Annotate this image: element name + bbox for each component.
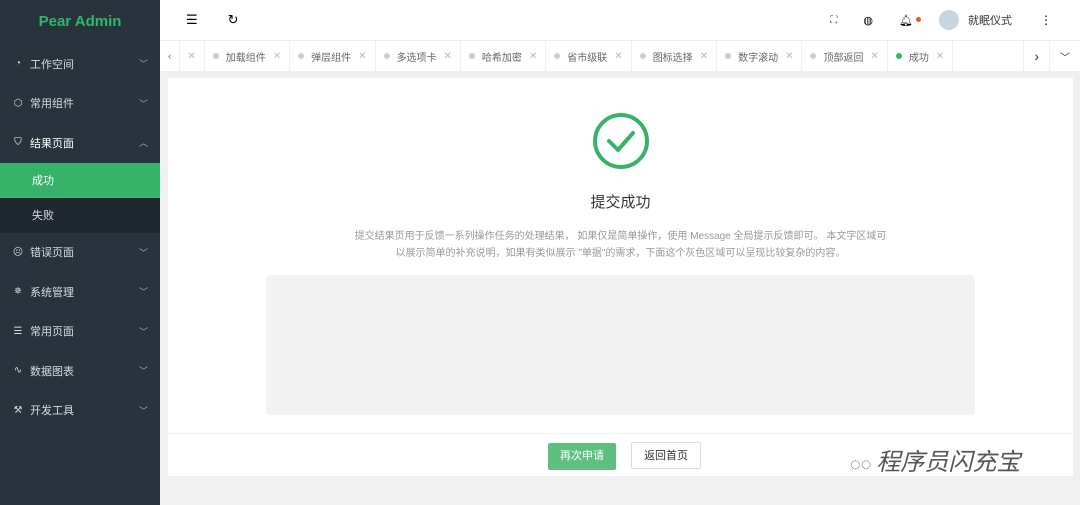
label: 系统管理 <box>30 286 74 299</box>
sidebar: Pear Admin ◔ 工作空间 ﹀ ⬡ 常用组件 ﹀ ⛉ 结果页面 ︿ 成功 失败 ☹ 错… <box>0 0 160 505</box>
layers-icon: ☰ <box>13 325 23 337</box>
apply-again-button[interactable]: 再次申请 <box>548 443 616 470</box>
menu-toggle-icon[interactable]: ☰ <box>186 12 198 28</box>
shield-icon: ⛉ <box>14 137 22 149</box>
sidebar-item-devtools[interactable]: ⚒ 开发工具 ﹀ <box>0 391 160 431</box>
label: 开发工具 <box>30 405 74 418</box>
tab[interactable]: 多选项卡 ✕ <box>376 40 461 72</box>
close-icon[interactable]: ✕ <box>180 40 205 72</box>
chevron-down-icon: ﹀ <box>138 366 148 377</box>
label: 常用页面 <box>30 326 74 339</box>
actions: 再次申请 返回首页 <box>548 442 702 470</box>
tab[interactable]: 弹层组件 ✕ <box>290 40 376 72</box>
sidebar-item-pages[interactable]: ☰ 常用页面 ﹀ <box>0 312 160 352</box>
logo: Pear Admin <box>38 13 122 30</box>
tab-next-button[interactable]: › <box>1023 40 1050 72</box>
label: 数据图表 <box>30 365 74 378</box>
cube-icon: ⬡ <box>13 97 23 109</box>
tab[interactable]: 数字滚动 ✕ <box>717 40 803 72</box>
desc-line: 提交结果页用于反馈一系列操作任务的处理结果， 如果仅是简单操作，使用 Messa… <box>354 231 887 242</box>
close-icon[interactable]: ✕ <box>273 51 281 62</box>
close-icon[interactable]: ✕ <box>785 51 793 62</box>
tab-label: 数字滚动 <box>738 52 779 64</box>
bell-icon[interactable]: 🔔︎ <box>899 14 921 27</box>
tab[interactable]: 省市级联 ✕ <box>546 40 632 72</box>
dashboard-icon: ◔ <box>14 58 22 70</box>
pulse-icon: ∿ <box>13 365 23 377</box>
header: ☰ ↻ ⛶ ◍ 🔔︎ 就眠仪式 ⋮ <box>160 0 1080 40</box>
close-icon[interactable]: ✕ <box>529 51 537 62</box>
result-card: 提交成功 提交结果页用于反馈一系列操作任务的处理结果， 如果仅是简单操作，使用 … <box>168 78 1073 476</box>
avatar[interactable] <box>939 10 959 30</box>
close-icon[interactable]: ✕ <box>870 51 878 62</box>
close-icon[interactable]: ✕ <box>444 51 452 62</box>
sidebar-item-charts[interactable]: ∿ 数据图表 ﹀ <box>0 351 160 391</box>
close-icon[interactable]: ✕ <box>936 51 944 62</box>
chevron-down-icon: ﹀ <box>138 405 148 416</box>
chevron-down-icon: ﹀ <box>138 59 148 70</box>
chevron-down-icon: ﹀ <box>138 247 148 258</box>
label: 工作空间 <box>30 58 74 71</box>
chevron-down-icon: ﹀ <box>138 326 148 337</box>
username[interactable]: 就眠仪式 <box>968 12 1012 28</box>
globe-icon[interactable]: ◍ <box>863 14 873 27</box>
tab[interactable]: 加载组件 ✕ <box>205 40 291 72</box>
extra-content-area <box>266 275 975 415</box>
tab-menu-button[interactable]: ﹀ <box>1050 41 1080 72</box>
sidebar-item-result[interactable]: ⛉ 结果页面 ︿ <box>0 123 160 163</box>
face-icon: ☹ <box>12 246 24 258</box>
back-home-button[interactable]: 返回首页 <box>631 442 702 469</box>
tab-active[interactable]: 成功 ✕ <box>888 40 954 72</box>
more-icon[interactable]: ⋮ <box>1040 13 1052 27</box>
tab-prev-button[interactable]: ‹ <box>160 40 181 72</box>
chevron-down-icon: ﹀ <box>138 287 148 298</box>
tab-label: 省市级联 <box>567 52 608 64</box>
fullscreen-icon[interactable]: ⛶ <box>830 15 837 26</box>
watermark: ◌◌ 程序员闪充宝 <box>850 449 1021 476</box>
result-description: 提交结果页用于反馈一系列操作任务的处理结果， 如果仅是简单操作，使用 Messa… <box>168 228 1073 262</box>
watermark-text: 程序员闪充宝 <box>876 449 1021 476</box>
gear-icon: ✵ <box>13 286 23 298</box>
tab-label: 哈希加密 <box>481 52 522 64</box>
chevron-down-icon: ﹀ <box>138 98 148 109</box>
tab[interactable]: 图标选择 ✕ <box>632 40 718 72</box>
chevron-up-icon: ︿ <box>138 138 148 149</box>
tab-label: 加载组件 <box>225 52 266 64</box>
refresh-icon[interactable]: ↻ <box>228 12 239 28</box>
label: 错误页面 <box>30 247 74 260</box>
tab-bar: ‹ ✕ 加载组件 ✕ 弹层组件 ✕ 多选项卡 ✕ 哈希加密 ✕ 省市级联 ✕ 图标选择 ✕ … <box>160 40 1080 72</box>
close-icon[interactable]: ✕ <box>700 51 708 62</box>
sidebar-item-error[interactable]: ☹ 错误页面 ﹀ <box>0 233 160 273</box>
success-check-icon <box>593 113 649 169</box>
result-title: 提交成功 <box>590 194 651 211</box>
sidebar-item-fail[interactable]: 失败 <box>0 198 160 233</box>
close-icon[interactable]: ✕ <box>614 51 622 62</box>
tab-label: 成功 <box>908 52 929 64</box>
tab[interactable]: 哈希加密 ✕ <box>461 40 547 72</box>
sidebar-item-success[interactable]: 成功 <box>0 162 160 198</box>
sidebar-item-components[interactable]: ⬡ 常用组件 ﹀ <box>0 84 160 124</box>
close-icon[interactable]: ✕ <box>358 51 366 62</box>
tab-label: 多选项卡 <box>396 52 437 64</box>
label: 结果页面 <box>30 137 74 150</box>
sidebar-item-workspace[interactable]: ◔ 工作空间 ﹀ <box>0 44 160 84</box>
tab-label: 弹层组件 <box>311 52 352 64</box>
tab-label: 图标选择 <box>652 52 693 64</box>
tools-icon: ⚒ <box>13 404 23 416</box>
desc-line: 以展示简单的补充说明，如果有类似展示 "单据"的需求，下面这个灰色区域可以呈现比… <box>395 248 846 259</box>
tab[interactable]: 顶部返回 ✕ <box>802 40 888 72</box>
tab-label: 顶部返回 <box>823 52 864 64</box>
sidebar-item-system[interactable]: ✵ 系统管理 ﹀ <box>0 272 160 312</box>
label: 常用组件 <box>30 98 74 111</box>
